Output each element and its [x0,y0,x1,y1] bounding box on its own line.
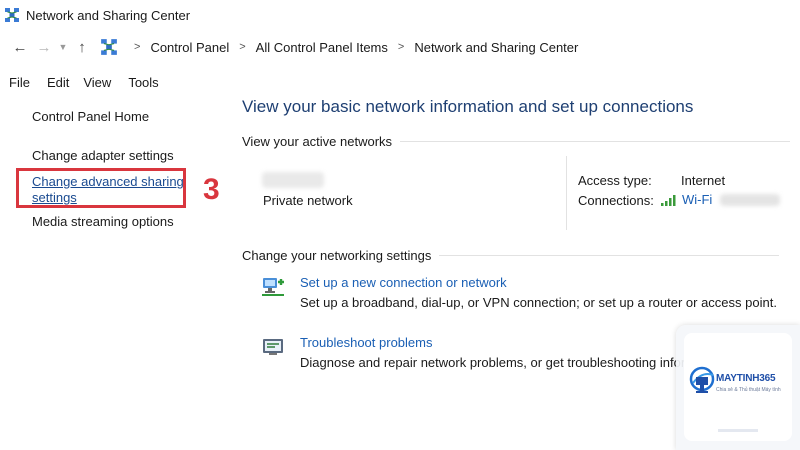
recent-locations-button[interactable]: ▼ [56,35,70,59]
menu-tools[interactable]: Tools [128,75,158,90]
network-category-link[interactable]: Private network [263,193,353,208]
connection-entry: Wi-Fi [660,192,781,207]
breadcrumb-current[interactable]: Network and Sharing Center [414,40,578,55]
breadcrumb-all-items[interactable]: All Control Panel Items [256,40,388,55]
up-button[interactable]: ↑ [70,35,94,59]
heading-divider [400,141,791,142]
troubleshoot-problems-link[interactable]: Troubleshoot problems [300,335,432,350]
network-center-icon [101,39,117,55]
page-title: View your basic network information and … [242,97,694,116]
breadcrumb-separator-icon: > [134,41,141,53]
wifi-signal-icon [661,194,676,206]
breadcrumb-separator-icon: > [239,41,246,53]
breadcrumb-separator-icon: > [397,41,405,53]
menu-bar: File Edit View Tools [0,70,176,94]
network-setup-icon [262,278,284,296]
active-networks-heading: View your active networks [242,134,791,149]
chevron-down-icon: ▼ [58,42,68,52]
arrow-up-icon: ↑ [78,38,86,56]
troubleshoot-description: Diagnose and repair network problems, or… [300,355,728,370]
watermark-card: MAYTINH365 Chia sẻ & Thủ thuật Máy tính [676,325,800,450]
network-name-redacted [262,172,324,188]
wifi-connection-link[interactable]: Wi-Fi [682,192,712,207]
watermark-tagline: Chia sẻ & Thủ thuật Máy tính [716,387,781,393]
troubleshoot-icon [263,339,283,355]
connections-label: Connections: [578,193,654,208]
access-type-label: Access type: [578,173,652,188]
navigation-bar: ← → ▼ ↑ > Control Panel > All Control Pa… [0,30,800,64]
network-center-icon [5,8,19,22]
menu-file[interactable]: File [9,75,30,90]
connection-name-redacted [720,193,781,206]
window-title: Network and Sharing Center [26,7,191,23]
annotation-highlight-box [16,168,186,208]
title-bar: Network and Sharing Center [0,0,800,30]
arrow-right-icon: → [36,38,52,56]
watermark-inner: MAYTINH365 Chia sẻ & Thủ thuật Máy tính [684,333,792,441]
address-bar[interactable]: > Control Panel > All Control Panel Item… [100,34,578,60]
breadcrumb-control-panel[interactable]: Control Panel [150,40,229,55]
maytinh365-logo-icon [689,366,715,393]
menu-edit[interactable]: Edit [47,75,69,90]
forward-button[interactable]: → [32,35,56,59]
back-button[interactable]: ← [8,35,32,59]
left-task-pane: Control Panel Home Change adapter settin… [0,96,232,450]
active-networks-heading-text: View your active networks [242,134,393,149]
setup-connection-link[interactable]: Set up a new connection or network [300,275,507,290]
annotation-step-number: 3 [203,173,220,206]
media-streaming-options-link[interactable]: Media streaming options [32,214,174,230]
vertical-divider [566,156,567,230]
arrow-left-icon: ← [12,38,28,56]
watermark-brand: MAYTINH365 [716,373,776,384]
heading-divider [439,255,780,256]
change-adapter-settings-link[interactable]: Change adapter settings [32,148,174,164]
access-type-value: Internet [681,173,726,188]
menu-view[interactable]: View [83,75,111,90]
change-settings-heading-text: Change your networking settings [242,248,432,263]
setup-connection-description: Set up a broadband, dial-up, or VPN conn… [300,295,777,310]
control-panel-home-link[interactable]: Control Panel Home [32,109,149,125]
change-settings-heading: Change your networking settings [242,248,780,263]
watermark-site-text [718,429,758,432]
